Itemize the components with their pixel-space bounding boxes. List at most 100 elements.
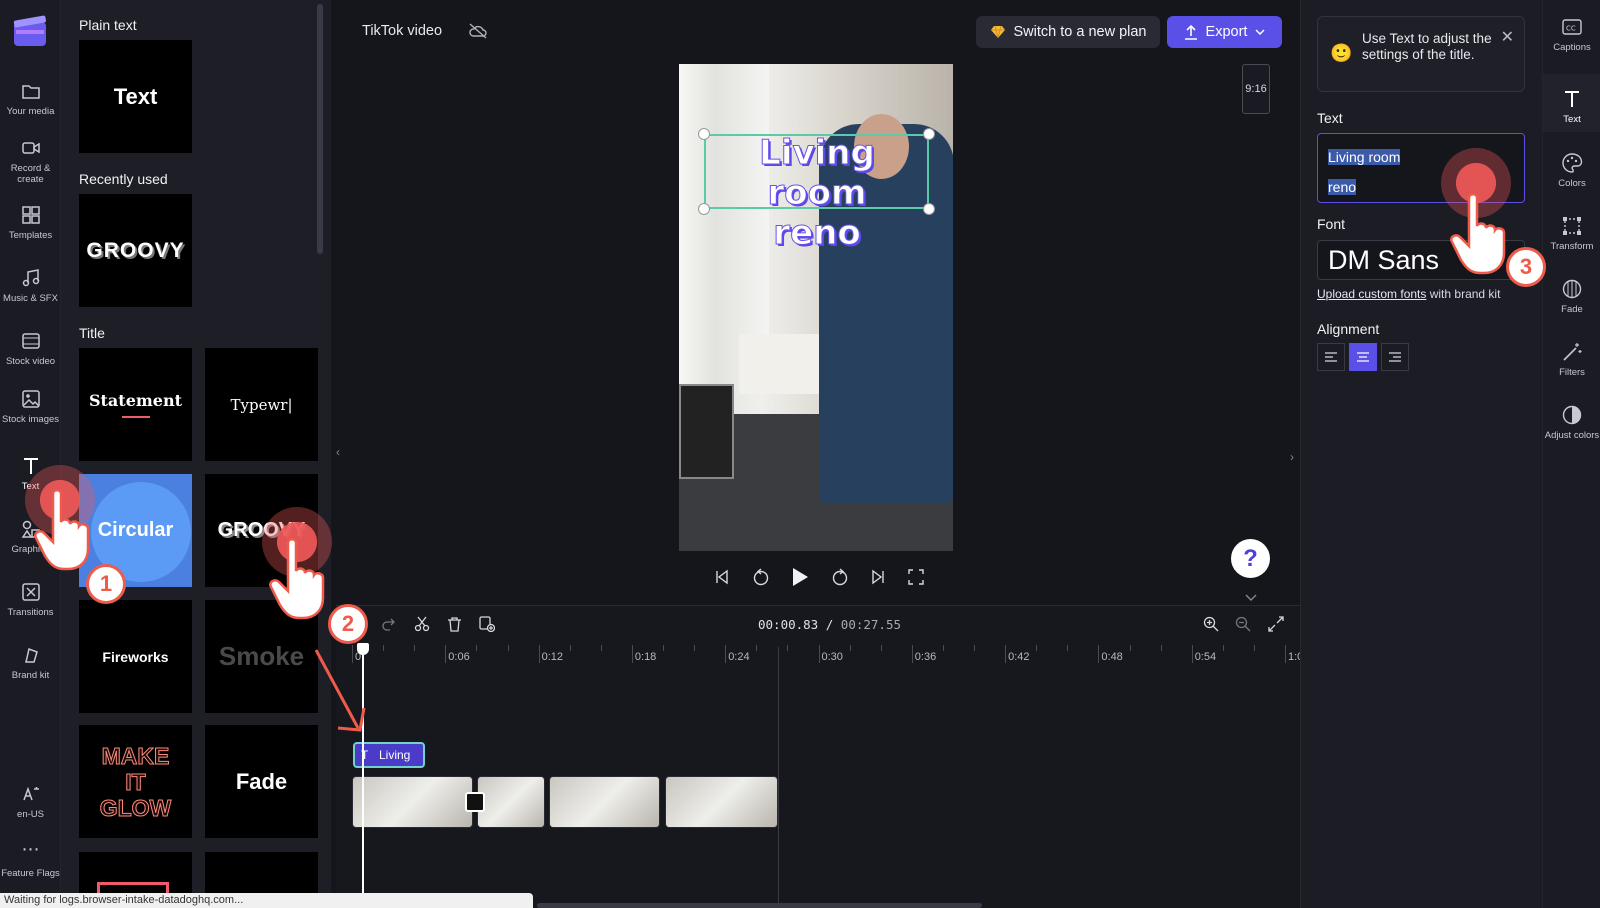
camera-icon bbox=[21, 142, 40, 154]
nav-stock-images[interactable]: Stock images bbox=[0, 388, 61, 425]
skip-forward-icon[interactable] bbox=[870, 569, 886, 585]
collapse-props-handle[interactable]: › bbox=[1290, 450, 1294, 464]
fit-timeline-icon[interactable] bbox=[1268, 616, 1284, 632]
ruler-minor-tick bbox=[569, 645, 571, 651]
ruler-tick bbox=[631, 645, 633, 663]
ruler-minor-tick bbox=[787, 645, 789, 651]
nav-label: Brand kit bbox=[11, 670, 50, 681]
tool-captions[interactable]: CC Captions bbox=[1543, 16, 1600, 62]
tool-transform[interactable]: Transform bbox=[1543, 215, 1600, 252]
redo-icon[interactable] bbox=[382, 617, 396, 631]
resize-handle-br[interactable] bbox=[923, 203, 935, 215]
section-heading-plain-text: Plain text bbox=[79, 17, 137, 33]
tile-statement[interactable]: Statement bbox=[79, 348, 192, 461]
resize-handle-tl[interactable] bbox=[698, 128, 710, 140]
selection-box[interactable] bbox=[704, 134, 929, 209]
skip-back-icon[interactable] bbox=[714, 569, 730, 585]
duplicate-icon[interactable] bbox=[479, 616, 495, 632]
upload-custom-fonts-link[interactable]: Upload custom fonts bbox=[1317, 287, 1426, 301]
tip-card: 🙂 Use Text to adjust the settings of the… bbox=[1317, 16, 1525, 92]
switch-plan-button[interactable]: Switch to a new plan bbox=[976, 16, 1160, 48]
tile-recent-groovy[interactable]: GROOVY bbox=[79, 194, 192, 307]
zoom-in-icon[interactable] bbox=[1203, 616, 1219, 632]
cloud-off-icon bbox=[469, 23, 487, 39]
nav-your-media[interactable]: Your media bbox=[0, 80, 61, 117]
nav-label: Your media bbox=[6, 106, 55, 117]
nav-music-sfx[interactable]: Music & SFX bbox=[0, 267, 61, 304]
nav-label: Stock video bbox=[5, 356, 56, 367]
nav-stock-video[interactable]: Stock video bbox=[0, 330, 61, 367]
collapse-library-handle[interactable]: ‹ bbox=[336, 445, 340, 459]
tool-label: Colors bbox=[1558, 178, 1586, 189]
nav-brand-kit[interactable]: Brand kit bbox=[0, 644, 61, 681]
tool-adjust-colors[interactable]: Adjust colors bbox=[1543, 404, 1600, 441]
ruler-minor-tick bbox=[1253, 645, 1255, 651]
current-time: 00:00.83 bbox=[758, 617, 819, 632]
nav-language[interactable]: en-US bbox=[0, 783, 61, 820]
tile-label: Typewr bbox=[230, 395, 288, 414]
ruler-tick bbox=[725, 645, 727, 663]
align-left-button[interactable] bbox=[1317, 343, 1345, 371]
tile-plain-text[interactable]: Text bbox=[79, 40, 192, 153]
nav-templates[interactable]: Templates bbox=[0, 204, 61, 241]
video-clip-3[interactable] bbox=[549, 776, 660, 828]
help-button[interactable]: ? bbox=[1231, 539, 1270, 578]
project-title[interactable]: TikTok video bbox=[362, 23, 442, 39]
transition-marker[interactable] bbox=[465, 792, 485, 812]
timeline-h-scrollbar[interactable] bbox=[537, 903, 982, 908]
resize-handle-tr[interactable] bbox=[923, 128, 935, 140]
timeline-ruler[interactable]: 0 0:06 0:12 0:18 0:24 0:30 0:36 0:42 0:48 0:54 1:0 bbox=[352, 645, 1349, 669]
tile-make-it-glow[interactable]: MAKE IT GLOW bbox=[79, 725, 192, 838]
video-clip-1[interactable] bbox=[352, 776, 473, 828]
library-scrollbar[interactable] bbox=[317, 4, 323, 254]
tile-fireworks[interactable]: Fireworks bbox=[79, 600, 192, 713]
ruler-minor-tick bbox=[694, 645, 696, 651]
ruler-tick-label: 0:24 bbox=[728, 651, 750, 663]
trash-icon[interactable] bbox=[447, 616, 462, 632]
palette-icon bbox=[1562, 153, 1583, 173]
nav-transitions[interactable]: Transitions bbox=[0, 581, 61, 618]
aspect-ratio-button[interactable]: 9:16 bbox=[1242, 64, 1270, 114]
left-nav: Your media Record & create Templates Mus… bbox=[0, 0, 61, 908]
rewind-5s-icon[interactable] bbox=[752, 568, 770, 586]
chevron-down-icon[interactable] bbox=[1245, 594, 1257, 602]
section-heading-title: Title bbox=[79, 325, 105, 341]
tool-text[interactable]: Text bbox=[1543, 74, 1600, 132]
diamond-icon bbox=[990, 25, 1005, 39]
tile-label: Smoke bbox=[218, 641, 305, 671]
ruler-minor-tick bbox=[1067, 645, 1069, 651]
nav-record-create[interactable]: Record & create bbox=[0, 137, 61, 185]
font-label: Font bbox=[1317, 216, 1346, 232]
ruler-minor-tick bbox=[600, 645, 602, 651]
tile-fade[interactable]: Fade bbox=[205, 725, 318, 838]
zoom-out-icon[interactable] bbox=[1235, 616, 1251, 632]
ruler-tick bbox=[911, 645, 913, 663]
player-controls bbox=[714, 566, 924, 588]
step-badge-2: 2 bbox=[328, 604, 368, 644]
ruler-tick-label: 0:48 bbox=[1101, 651, 1123, 663]
tile-label: MAKE IT GLOW bbox=[99, 742, 172, 821]
tile-typewriter[interactable]: Typewr | bbox=[205, 348, 318, 461]
align-center-button[interactable] bbox=[1349, 343, 1377, 371]
fullscreen-icon[interactable] bbox=[908, 569, 924, 585]
text-field-label: Text bbox=[1317, 110, 1343, 126]
nav-label: en-US bbox=[17, 809, 44, 820]
video-clip-4[interactable] bbox=[665, 776, 778, 828]
tool-label: Adjust colors bbox=[1544, 430, 1600, 441]
scissors-icon[interactable] bbox=[414, 616, 430, 632]
forward-5s-icon[interactable] bbox=[831, 568, 849, 586]
nav-feature-flags[interactable]: ⋯ Feature Flags bbox=[0, 840, 61, 879]
video-clip-2[interactable] bbox=[477, 776, 545, 828]
resize-handle-bl[interactable] bbox=[698, 203, 710, 215]
captions-icon: CC bbox=[1562, 19, 1582, 35]
align-right-button[interactable] bbox=[1381, 343, 1409, 371]
tool-colors[interactable]: Colors bbox=[1543, 152, 1600, 189]
export-button[interactable]: Export bbox=[1167, 16, 1282, 48]
film-icon bbox=[21, 333, 40, 349]
close-icon[interactable]: ✕ bbox=[1501, 27, 1514, 47]
image-icon bbox=[21, 390, 40, 408]
tool-filters[interactable]: Filters bbox=[1543, 341, 1600, 378]
tool-fade[interactable]: Fade bbox=[1543, 278, 1600, 315]
play-icon[interactable] bbox=[791, 567, 809, 587]
folder-icon bbox=[21, 85, 40, 99]
